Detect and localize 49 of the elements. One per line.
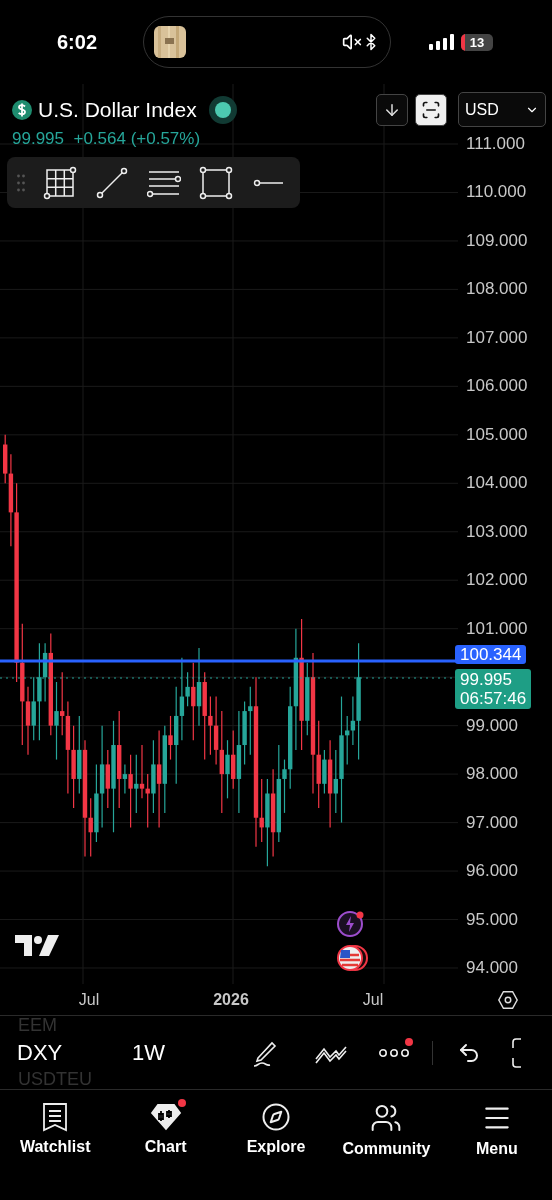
price-label: 105.000 bbox=[465, 423, 529, 446]
price-label: 95.000 bbox=[465, 908, 519, 931]
tab[interactable]: Watchlist bbox=[0, 1096, 111, 1164]
logo-icon bbox=[15, 935, 59, 957]
price-label: 98.000 bbox=[465, 763, 519, 786]
symbol-button[interactable]: DXY bbox=[17, 1039, 127, 1066]
price-label: 96.000 bbox=[465, 860, 519, 883]
price-label: 110.000 bbox=[465, 181, 528, 204]
clock: 6:02 bbox=[57, 30, 99, 54]
grid-tool-icon[interactable] bbox=[43, 165, 77, 200]
price-change: 99.995 +0.564 (+0.57%) bbox=[12, 129, 201, 149]
tab[interactable]: Chart bbox=[110, 1096, 221, 1164]
currency-dropdown[interactable]: USD bbox=[458, 92, 546, 127]
scan-button[interactable] bbox=[415, 93, 447, 126]
price-label: 99.000 bbox=[465, 714, 519, 737]
battery-level: 13 bbox=[461, 33, 493, 51]
signal-icon bbox=[429, 34, 455, 50]
scan-icon bbox=[421, 99, 441, 120]
us-flag-event-icon[interactable] bbox=[336, 944, 368, 972]
lightning-event-icon[interactable] bbox=[337, 910, 365, 938]
price-label: 111.000 bbox=[465, 133, 526, 155]
trend-line-icon[interactable] bbox=[95, 165, 129, 200]
price-label: 106.000 bbox=[465, 375, 529, 398]
price-label: 103.000 bbox=[465, 520, 529, 543]
alert-price-tag: 100.344 bbox=[455, 645, 527, 664]
symbol-title: U.S. Dollar Index bbox=[38, 98, 197, 122]
price-label: 104.000 bbox=[465, 472, 529, 495]
rectangle-tool-icon[interactable] bbox=[199, 165, 233, 200]
download-button[interactable] bbox=[376, 93, 408, 126]
price-label: 102.000 bbox=[465, 569, 529, 592]
price-label: 94.000 bbox=[465, 956, 519, 979]
fullscreen-icon[interactable] bbox=[511, 1037, 521, 1068]
time-label: Jul bbox=[361, 990, 385, 1009]
time-label: 2026 bbox=[212, 990, 250, 1009]
price-label: 108.000 bbox=[465, 278, 529, 301]
price-label: 109.000 bbox=[465, 229, 529, 252]
now-playing-pill[interactable] bbox=[143, 16, 391, 68]
settings-icon[interactable] bbox=[497, 988, 519, 1011]
dollar-icon bbox=[12, 100, 32, 120]
interval-button[interactable]: 1W bbox=[132, 1039, 242, 1066]
tab[interactable]: Community bbox=[331, 1096, 442, 1164]
tab[interactable]: Explore bbox=[220, 1096, 332, 1164]
drag-handle-icon[interactable] bbox=[17, 172, 25, 193]
price-label: 97.000 bbox=[465, 811, 519, 834]
tab[interactable]: Menu bbox=[441, 1096, 552, 1164]
last-price-tag: 99.995 06:57:46 bbox=[455, 669, 532, 709]
time-label: Jul bbox=[77, 990, 101, 1009]
mute-icon bbox=[342, 32, 362, 52]
price-label: 107.000 bbox=[465, 326, 529, 349]
